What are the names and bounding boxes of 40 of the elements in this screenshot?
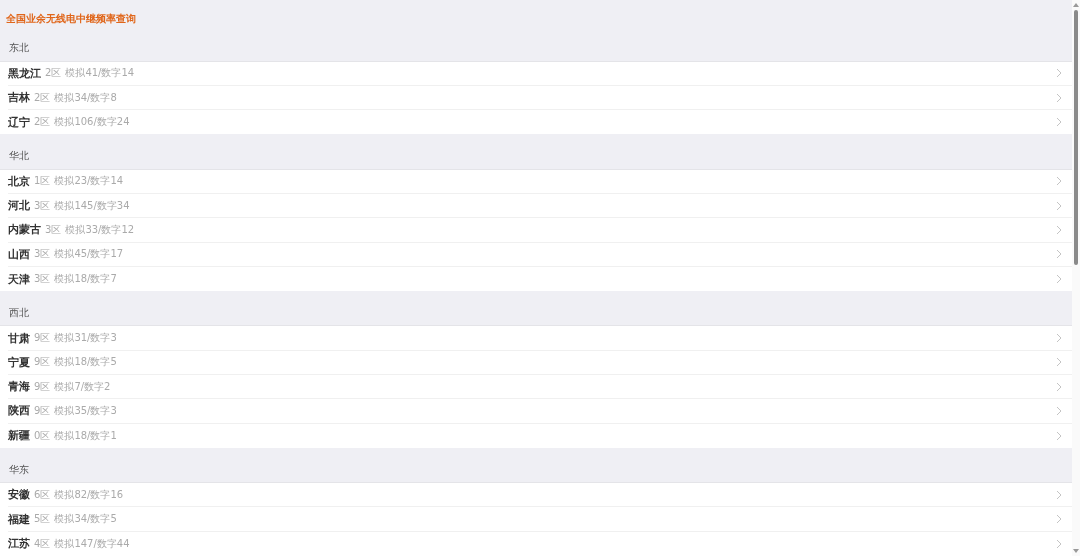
chevron-right-icon (1056, 117, 1062, 128)
province-item[interactable]: 黑龙江 2区 模拟41/数字14 (8, 61, 1072, 86)
chevron-right-icon (1056, 514, 1062, 525)
chevron-right-icon (1056, 224, 1062, 235)
chevron-right-icon (1056, 68, 1062, 79)
province-item[interactable]: 江苏 4区 模拟147/数字44 (8, 531, 1072, 556)
chevron-right-icon (1056, 357, 1062, 368)
province-item[interactable]: 河北 3区 模拟145/数字34 (8, 194, 1072, 219)
province-item[interactable]: 吉林 2区 模拟34/数字8 (8, 85, 1072, 111)
chevron-right-icon (1056, 381, 1062, 392)
section-header: 西北 (8, 306, 30, 321)
province-item[interactable]: 山西 3区 模拟45/数字17 (8, 242, 1072, 267)
province-item[interactable]: 辽宁 2区 模拟106/数字24 (8, 110, 1072, 135)
chevron-right-icon (1056, 92, 1062, 103)
chevron-right-icon (1056, 489, 1062, 500)
chevron-right-icon (1056, 249, 1062, 260)
chevron-right-icon (1056, 405, 1062, 416)
province-item[interactable]: 甘肃 9区 模拟31/数字3 (8, 326, 1072, 351)
province-item[interactable]: 天津 3区 模拟18/数字7 (8, 266, 1072, 292)
page-title: 全国业余无线电中继频率查询 (5, 12, 137, 26)
chevron-right-icon (1056, 200, 1062, 211)
province-item[interactable]: 青海 9区 模拟7/数字2 (8, 375, 1072, 400)
province-item[interactable]: 宁夏 9区 模拟18/数字5 (8, 350, 1072, 375)
province-item[interactable]: 安徽 6区 模拟82/数字16 (8, 483, 1072, 508)
chevron-right-icon (1056, 176, 1062, 187)
scroll-up-icon[interactable] (1073, 3, 1079, 7)
chevron-right-icon (1056, 333, 1062, 344)
chevron-right-icon (1056, 538, 1062, 549)
province-item[interactable]: 北京 1区 模拟23/数字14 (8, 169, 1072, 194)
province-item[interactable]: 陕西 9区 模拟35/数字3 (8, 399, 1072, 424)
scrollbar-thumb[interactable] (1074, 10, 1078, 265)
section-header: 华东 (8, 462, 30, 477)
section-header: 华北 (8, 149, 30, 164)
province-item[interactable]: 新疆 0区 模拟18/数字1 (8, 423, 1072, 448)
province-item[interactable]: 内蒙古 3区 模拟33/数字12 (8, 218, 1072, 243)
province-item[interactable]: 福建 5区 模拟34/数字5 (8, 507, 1072, 532)
scroll-down-icon[interactable] (1073, 549, 1079, 553)
chevron-right-icon (1056, 430, 1062, 441)
chevron-right-icon (1056, 274, 1062, 285)
section-header: 东北 (8, 41, 30, 56)
